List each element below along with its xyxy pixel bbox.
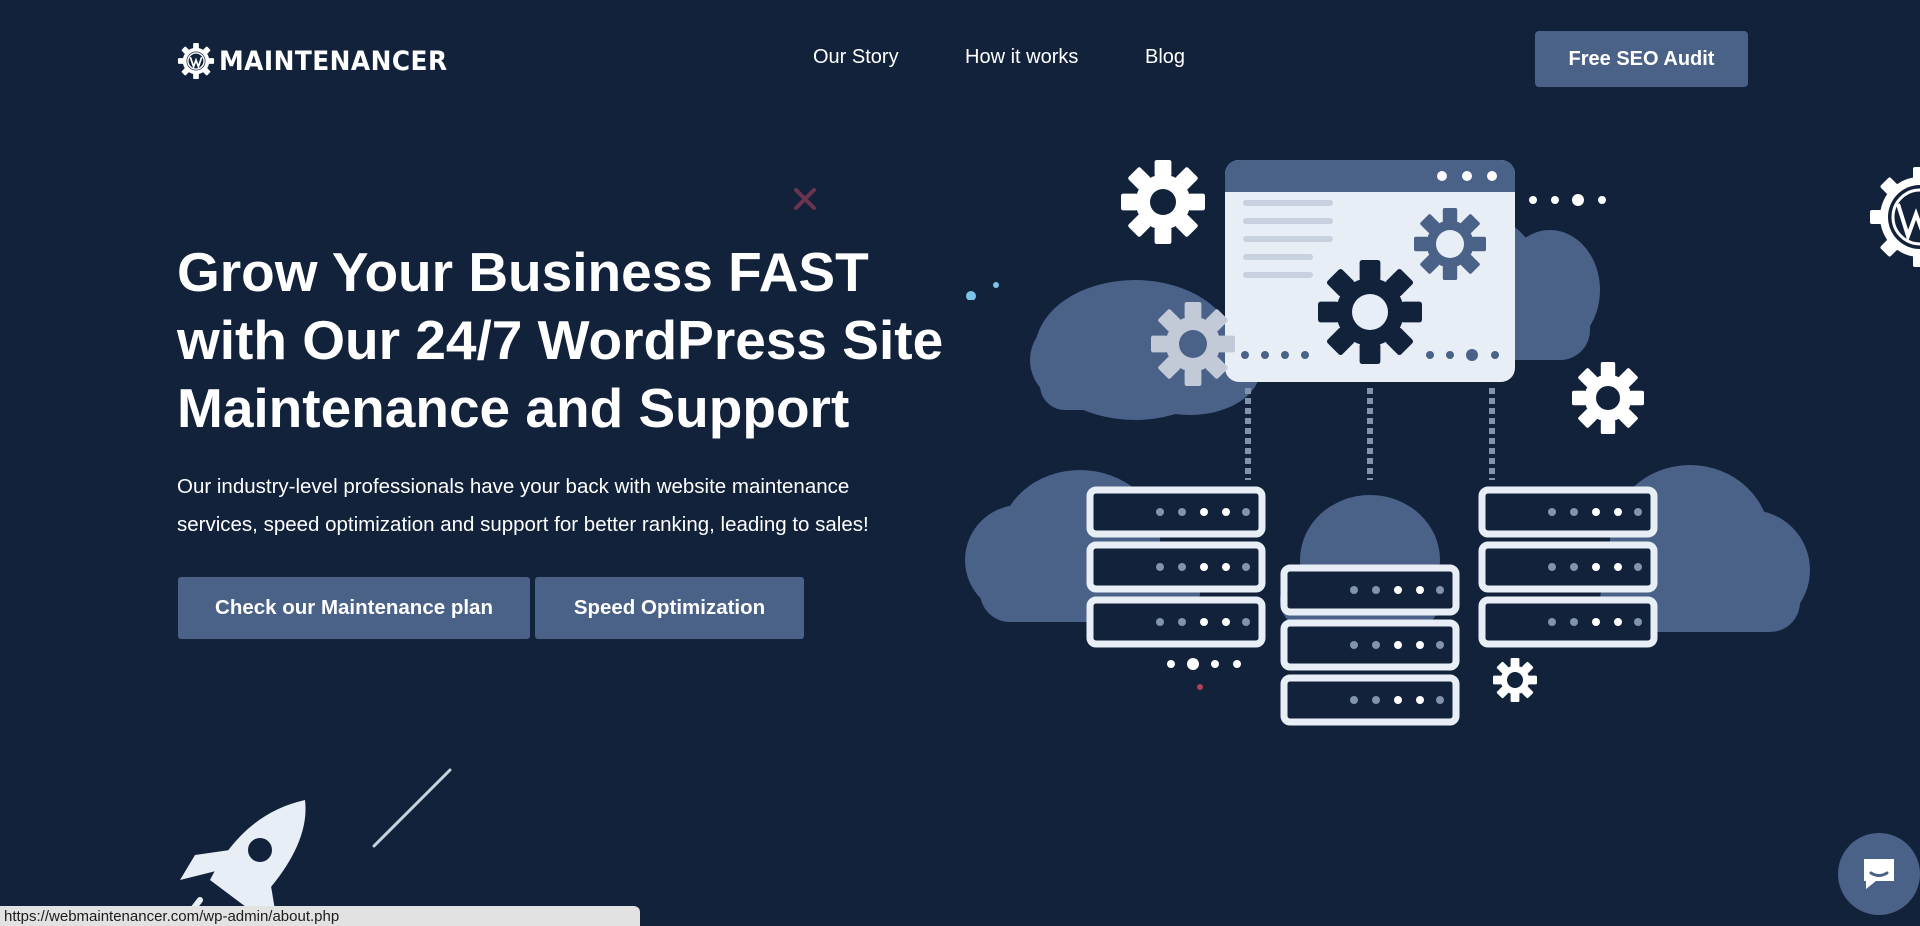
server-cloud-illustration — [965, 160, 1810, 740]
brand-logo[interactable]: MAINTENANCER — [177, 41, 467, 81]
hero-subtitle-line: services, speed optimization and support… — [177, 513, 869, 536]
hero-title: Grow Your Business FAST with Our 24/7 Wo… — [177, 238, 977, 442]
rocket-icon — [177, 800, 306, 926]
speed-optimization-button[interactable]: Speed Optimization — [535, 577, 804, 639]
brand-name: MAINTENANCER — [219, 45, 448, 77]
site-header: MAINTENANCER Our Story How it works Blog… — [0, 0, 1920, 120]
maintenance-plan-button[interactable]: Check our Maintenance plan — [178, 577, 530, 639]
browser-status-bar: https://webmaintenancer.com/wp-admin/abo… — [0, 906, 640, 926]
wordpress-badge-icon — [1870, 167, 1920, 267]
free-seo-audit-button[interactable]: Free SEO Audit — [1535, 31, 1748, 87]
line-decoration-icon — [372, 768, 452, 848]
nav-blog[interactable]: Blog — [1145, 46, 1185, 69]
cross-decoration-icon — [794, 188, 816, 210]
nav-our-story[interactable]: Our Story — [813, 46, 899, 69]
wordpress-gear-icon — [177, 42, 215, 80]
hero-title-line: Maintenance and Support — [177, 377, 850, 439]
hero-subtitle: Our industry-level professionals have yo… — [177, 468, 977, 544]
hero-subtitle-line: Our industry-level professionals have yo… — [177, 475, 850, 498]
chat-bubble-icon — [1864, 859, 1894, 889]
nav-how-it-works[interactable]: How it works — [965, 46, 1078, 69]
hero-title-line: with Our 24/7 WordPress Site — [177, 309, 944, 371]
hero-title-line: Grow Your Business FAST — [177, 241, 869, 303]
chat-button[interactable] — [1838, 833, 1920, 915]
